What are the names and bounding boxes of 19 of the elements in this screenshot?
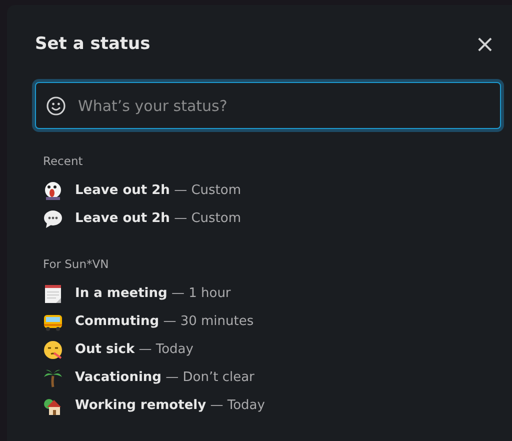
status-option[interactable]: In a meeting — 1 hour: [43, 280, 231, 308]
bus-icon: [43, 312, 63, 332]
status-option[interactable]: Vacationing — Don’t clear: [43, 364, 254, 392]
palm-tree-icon: [43, 368, 63, 388]
status-option[interactable]: Leave out 2h — Custom: [43, 205, 241, 233]
calendar-icon: [43, 284, 63, 304]
section-heading: For Sun*VN: [43, 256, 110, 272]
section-heading: Recent: [43, 153, 84, 169]
speech-bubble-icon: [43, 209, 63, 229]
close-button[interactable]: ×: [470, 32, 499, 56]
status-option[interactable]: Working remotely — Today: [43, 392, 265, 420]
status-option[interactable]: Leave out 2h — Custom: [43, 177, 241, 205]
sick-face-icon: [43, 340, 63, 360]
status-option[interactable]: Commuting — 30 minutes: [43, 308, 254, 336]
status-field[interactable]: What’s your status?: [35, 82, 501, 129]
status-option[interactable]: Out sick — Today: [43, 336, 194, 364]
screaming-face-icon: [43, 181, 63, 201]
house-icon: [43, 396, 63, 416]
dialog-title: Set a status: [35, 33, 150, 56]
